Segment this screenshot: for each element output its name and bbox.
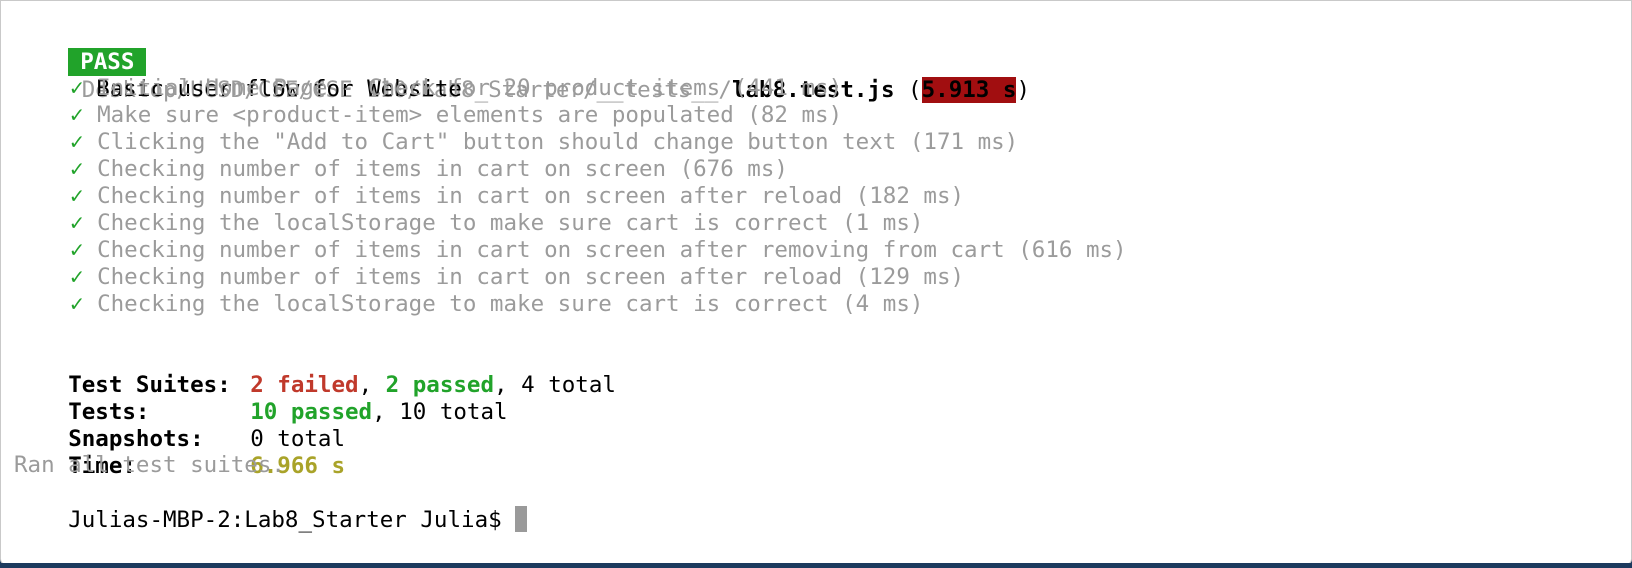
checkmark-icon: ✓: [70, 210, 84, 236]
test-result-label: Clicking the "Add to Cart" button should…: [97, 129, 1019, 155]
test-result-label: Initial Home Page - Check for 20 product…: [97, 75, 843, 101]
close-paren: ): [1016, 77, 1030, 103]
test-result-row: ✓ Make sure <product-item> elements are …: [14, 101, 842, 129]
checkmark-icon: ✓: [70, 156, 84, 182]
test-result-label: Checking number of items in cart on scre…: [97, 156, 788, 182]
test-result-label: Checking number of items in cart on scre…: [97, 183, 965, 209]
test-result-row: ✓ Checking number of items in cart on sc…: [14, 236, 1127, 264]
text-cursor: [515, 506, 528, 532]
test-result-label: Checking number of items in cart on scre…: [97, 237, 1127, 263]
tests-total-count: 10 total: [399, 399, 508, 425]
checkmark-icon: ✓: [70, 291, 84, 317]
checkmark-icon: ✓: [70, 102, 84, 128]
summary-tests: Tests: 10 passed, 10 total: [68, 399, 508, 425]
test-result-label: Checking the localStorage to make sure c…: [97, 210, 924, 236]
summary-snapshots: Snapshots: 0 total: [14, 397, 345, 452]
shell-prompt: Julias-MBP-2:Lab8_Starter Julia$: [68, 507, 516, 533]
test-result-row: ✓ Initial Home Page - Check for 20 produ…: [14, 74, 842, 102]
shell-prompt-line[interactable]: Julias-MBP-2:Lab8_Starter Julia$: [14, 478, 528, 533]
checkmark-icon: ✓: [70, 237, 84, 263]
test-result-row: ✓ Checking the localStorage to make sure…: [14, 209, 923, 237]
test-result-row: ✓ Checking number of items in cart on sc…: [14, 155, 788, 183]
summary-time: Time: 6.966 s: [14, 424, 345, 479]
test-result-row: ✓ Checking number of items in cart on sc…: [14, 182, 964, 210]
test-result-label: Checking number of items in cart on scre…: [97, 264, 965, 290]
describe-block-title: Basic user flow for Website: [14, 47, 462, 102]
terminal-window[interactable]: PASS Desktop/UCSD/CSE/CSE 110/Lab8_Start…: [0, 0, 1632, 565]
summary-test-suites: Test Suites: 2 failed, 2 passed, 4 total: [68, 372, 616, 398]
suite-header: PASS Desktop/UCSD/CSE/CSE 110/Lab8_Start…: [14, 20, 1030, 103]
checkmark-icon: ✓: [70, 264, 84, 290]
test-result-row: ✓ Clicking the "Add to Cart" button shou…: [14, 128, 1018, 156]
test-result-label: Make sure <product-item> elements are po…: [97, 102, 843, 128]
suites-total-count: 4 total: [521, 372, 616, 398]
ran-all-message: Ran all test suites.: [14, 452, 285, 478]
open-paren: (: [894, 77, 922, 103]
checkmark-icon: ✓: [70, 75, 84, 101]
checkmark-icon: ✓: [70, 183, 84, 209]
test-result-row: ✓ Checking number of items in cart on sc…: [14, 263, 964, 291]
checkmark-icon: ✓: [70, 129, 84, 155]
test-result-label: Checking the localStorage to make sure c…: [97, 291, 924, 317]
suite-duration-badge: 5.913 s: [921, 77, 1017, 103]
test-result-row: ✓ Checking the localStorage to make sure…: [14, 290, 923, 318]
desktop-background-strip: [0, 563, 1632, 568]
